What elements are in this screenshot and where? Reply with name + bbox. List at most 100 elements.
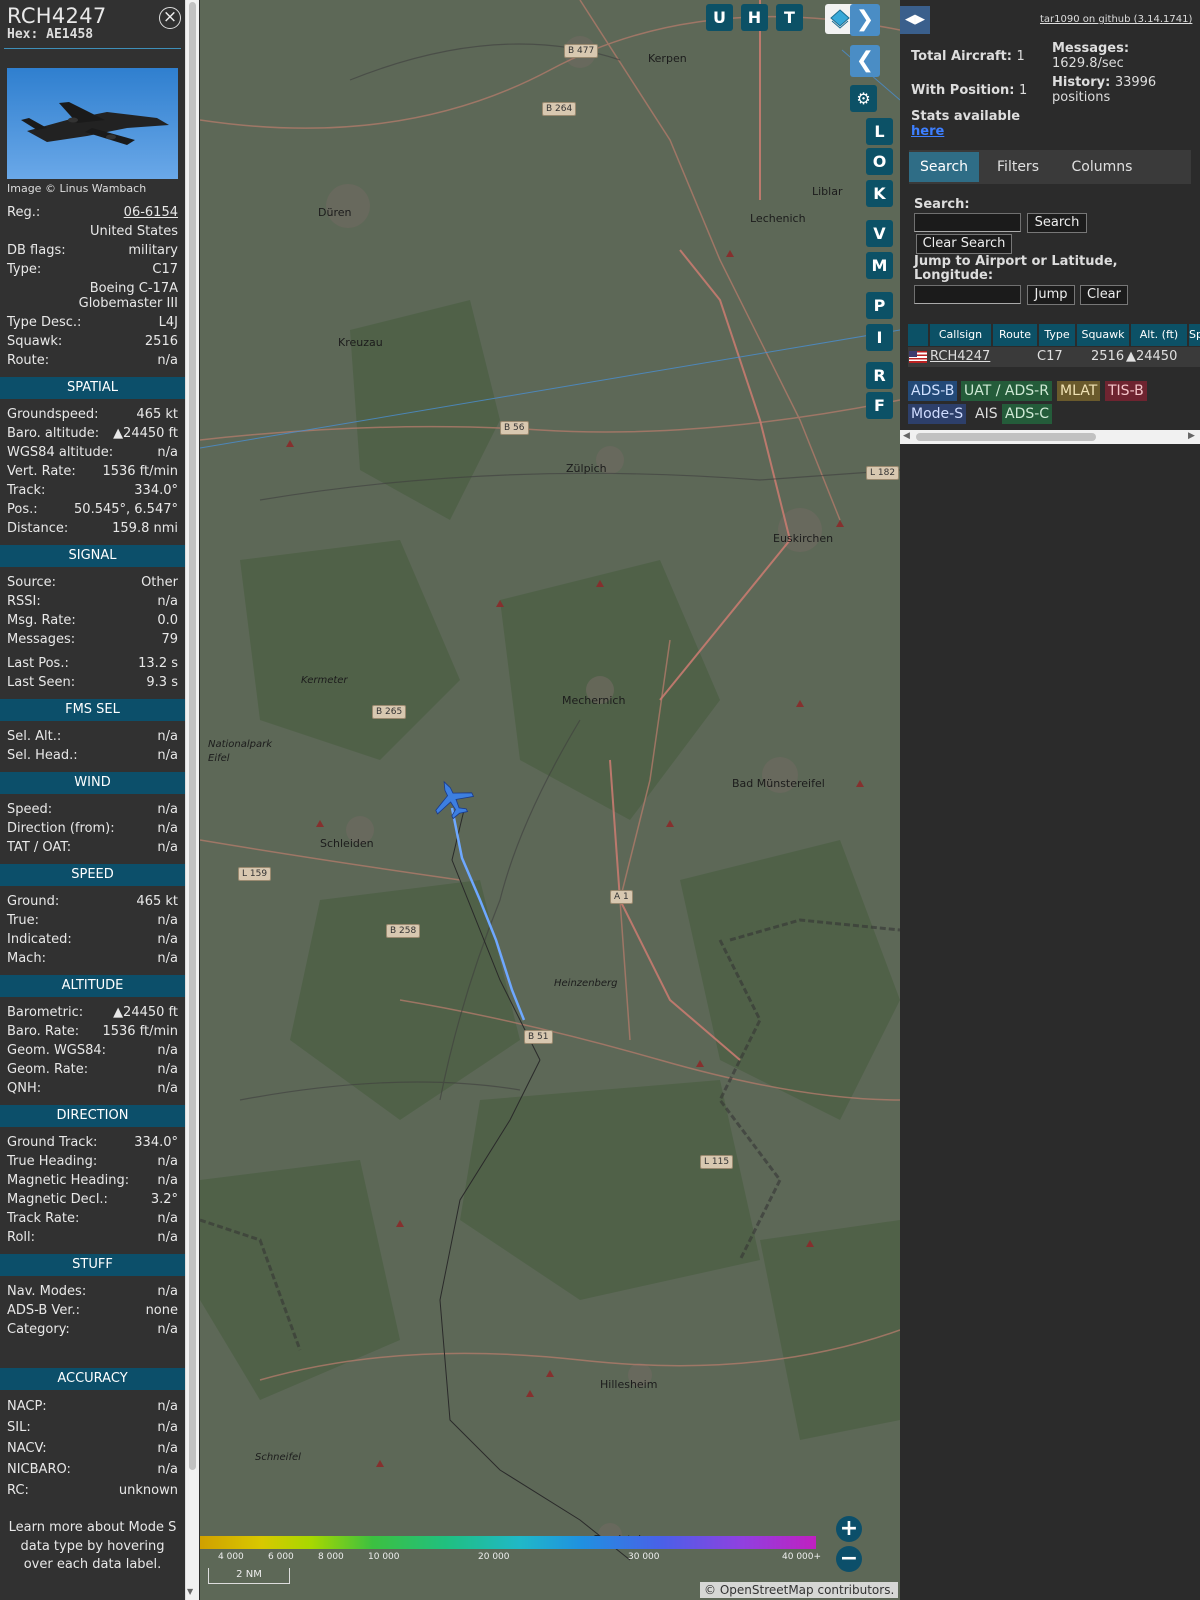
scroll-left-arrow[interactable]: ◀ [903,431,910,441]
stats-here-link[interactable]: here [911,124,944,139]
map-button-i[interactable]: I [866,324,893,351]
info-value: 159.8 nmi [112,521,178,536]
map-button-m[interactable]: M [866,252,893,279]
tab-columns[interactable]: Columns [1057,152,1147,182]
source-tag-adsc: ADS-C [1002,404,1053,424]
info-label: Squawk: [7,334,63,349]
info-label: NICBARO: [7,1462,71,1477]
info-value: n/a [157,1441,178,1456]
map-button-h[interactable]: H [741,4,768,31]
column-header-callsign[interactable]: Callsign [930,324,991,346]
map-place-label: Kermeter [301,675,348,686]
info-label: Speed: [7,802,53,817]
tab-search[interactable]: Search [909,152,979,182]
map-button-t[interactable]: T [776,4,803,31]
info-label: Sel. Head.: [7,748,78,763]
info-row: Baro. altitude: ▲24450 ft [0,424,185,443]
map-button-v[interactable]: V [866,220,893,247]
info-value: United States [89,224,178,239]
zoom-in-button[interactable]: + [836,1516,862,1542]
info-row: Sel. Alt.: n/a [0,727,185,746]
jump-clear-button[interactable]: Clear [1080,285,1128,305]
info-label: RSSI: [7,594,41,609]
map-view[interactable]: Düren Kerpen Lechenich Liblar Kreuzau Zülpich… [200,0,900,1600]
info-value: n/a [157,445,178,460]
info-label: SIL: [7,1420,31,1435]
column-header-squawk[interactable]: Squawk [1077,324,1129,346]
info-row: Geom. Rate: n/a [0,1060,185,1079]
info-label: Vert. Rate: [7,464,76,479]
row-altitude: ▲24450 [1126,349,1178,364]
info-label: Last Pos.: [7,656,69,671]
info-label: Messages: [7,632,76,647]
jump-label: Jump to Airport or Latitude, Longitude: [914,254,1118,283]
divider [4,48,181,49]
settings-button[interactable]: ⚙ [850,85,877,112]
map-button-k[interactable]: K [866,180,893,207]
info-value: ▲24450 ft [113,1005,178,1020]
collapse-panel-button[interactable]: ◀▶ [900,6,930,34]
github-link[interactable]: tar1090 on github (3.14.1741) [1040,14,1192,25]
info-row: Pos.: 50.545°, 6.547° [0,500,185,519]
section-header-altitude: ALTITUDE [0,975,185,997]
info-value: ▲24450 ft [113,426,178,441]
info-label: Pos.: [7,502,38,517]
info-label: NACV: [7,1441,47,1456]
column-header-route[interactable]: Route [993,324,1037,346]
map-button-f[interactable]: F [866,392,893,419]
info-row: QNH: n/a [0,1079,185,1098]
info-row: Distance: 159.8 nmi [0,519,185,538]
info-label: Groundspeed: [7,407,99,422]
scroll-down-arrow[interactable]: ▼ [187,1587,193,1596]
info-label: Indicated: [7,932,72,947]
info-value: n/a [157,913,178,928]
map-button-u[interactable]: U [706,4,733,31]
section-header-accuracy: ACCURACY [0,1368,185,1390]
info-row: RSSI: n/a [0,592,185,611]
expand-right-button[interactable]: ❯ [850,4,880,36]
zoom-out-button[interactable]: − [836,1546,862,1572]
jump-input[interactable] [914,285,1021,304]
info-label: True: [7,913,39,928]
map-button-p[interactable]: P [866,292,893,319]
tab-filters[interactable]: Filters [984,152,1052,182]
table-scrollbar-thumb[interactable] [916,433,1096,441]
info-value: n/a [157,821,178,836]
search-button[interactable]: Search [1027,213,1087,233]
altitude-tick-label: 6 000 [268,1552,294,1562]
map-button-l[interactable]: L [866,118,893,145]
section-header-spatial: SPATIAL [0,377,185,399]
learn-more-text: Learn more about Mode S data type by hov… [8,1520,177,1572]
map-place-label: Bad Münstereifel [732,777,825,790]
aircraft-photo[interactable] [7,68,178,179]
map-button-o[interactable]: O [866,148,893,175]
clear-search-button[interactable]: Clear Search [916,234,1012,254]
row-callsign[interactable]: RCH4247 [930,349,990,364]
column-header-sp[interactable]: Sp [1189,324,1200,346]
info-row: Type Desc.: L4J [0,313,185,332]
column-header-altft[interactable]: Alt. (ft) [1131,324,1187,346]
info-scrollbar-thumb[interactable] [189,2,196,1470]
info-row: Track: 334.0° [0,481,185,500]
registration-link[interactable]: 06-6154 [124,203,178,222]
map-attribution[interactable]: © OpenStreetMap contributors. [700,1582,899,1598]
info-label: Last Seen: [7,675,76,690]
search-input[interactable] [914,213,1021,232]
info-label: Track: [7,483,46,498]
info-value: none [145,1303,178,1318]
scroll-right-arrow[interactable]: ▶ [1188,431,1195,441]
close-icon[interactable]: × [159,7,181,29]
map-place-label: Nationalpark Eifel [208,739,273,764]
map-place-label: Heinzenberg [554,978,618,989]
collapse-left-button[interactable]: ❮ [850,45,880,77]
info-label: Mach: [7,951,46,966]
jump-button[interactable]: Jump [1027,285,1075,305]
info-label: Type: [7,262,42,277]
info-row: Boeing C-17A Globemaster III [0,279,185,313]
map-place-label: Schleiden [320,837,374,850]
info-label: Direction (from): [7,821,115,836]
column-header-type[interactable]: Type [1039,324,1075,346]
info-row: SIL: n/a [0,1417,185,1438]
info-row: United States [0,222,185,241]
map-button-r[interactable]: R [866,362,893,389]
